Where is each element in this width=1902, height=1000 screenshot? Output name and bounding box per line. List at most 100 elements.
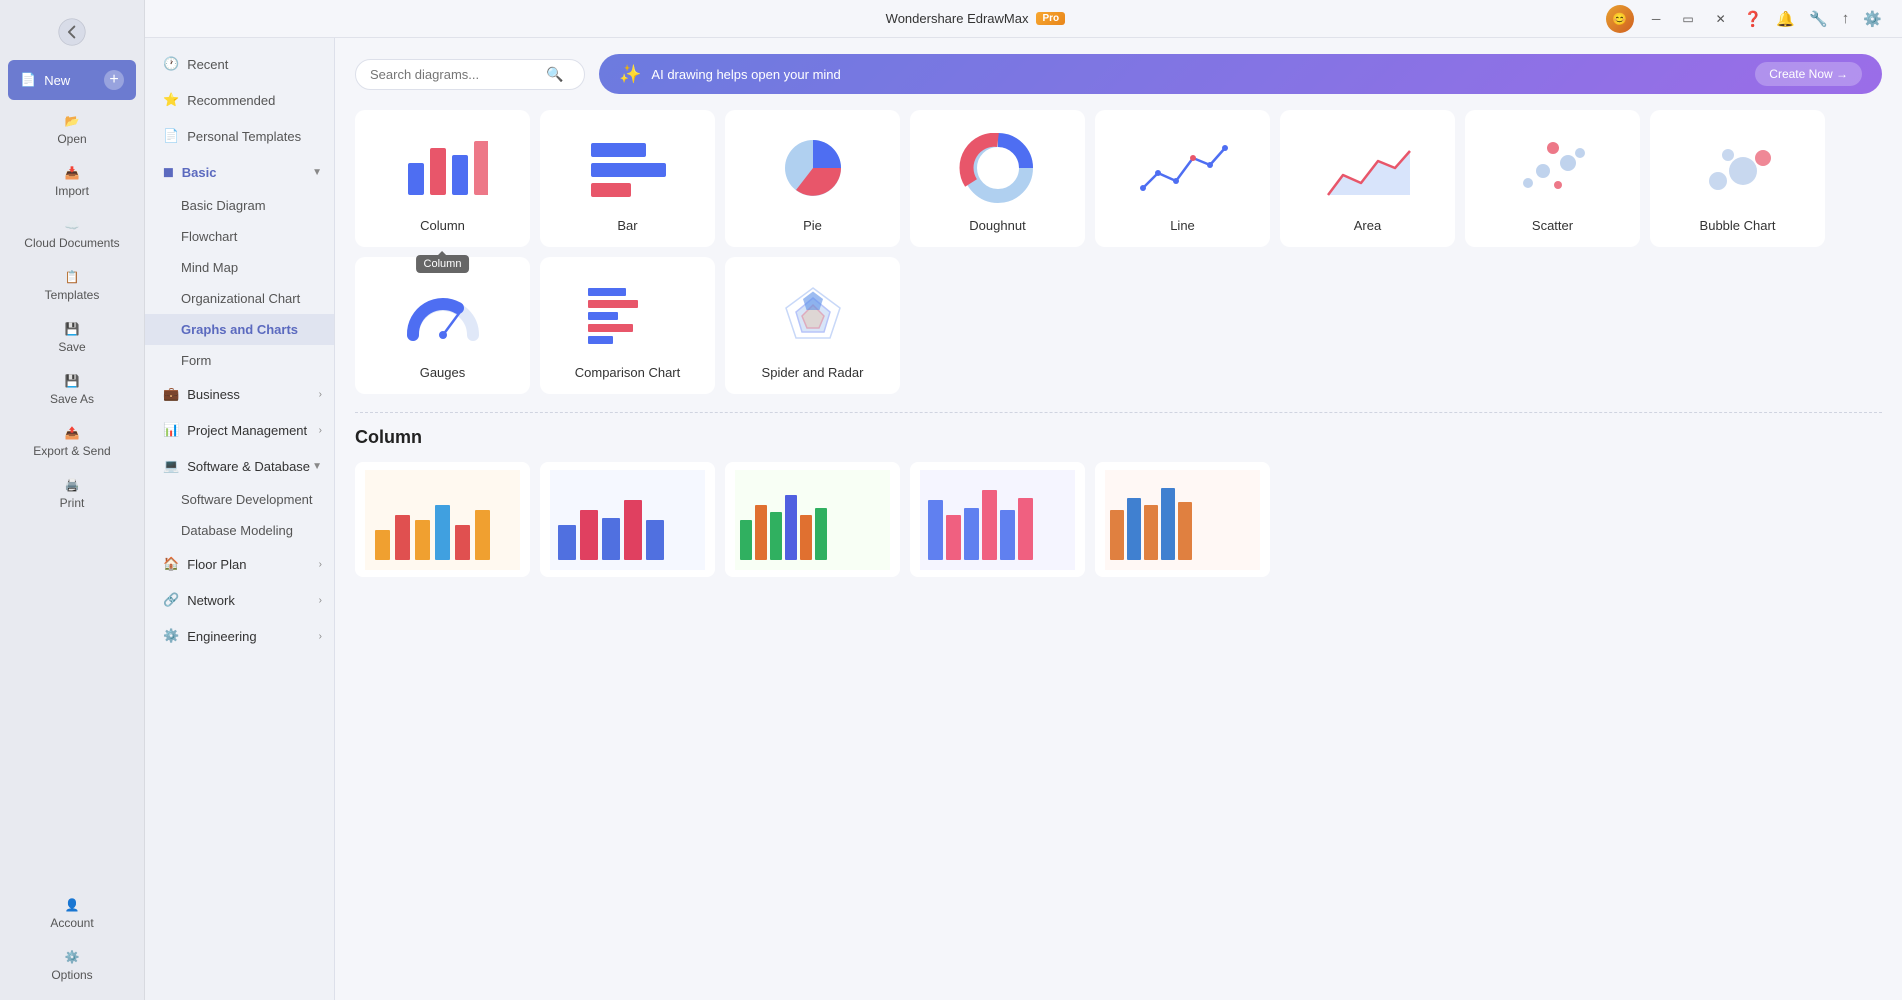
sub-sidebar-group-basic[interactable]: ◼ Basic ▼ bbox=[145, 154, 334, 190]
settings-icon[interactable]: ⚙️ bbox=[1863, 10, 1882, 28]
sub-sidebar-mind-map[interactable]: Mind Map bbox=[145, 252, 334, 283]
sub-sidebar-graphs[interactable]: Graphs and Charts bbox=[145, 314, 334, 345]
comparison-chart-label: Comparison Chart bbox=[575, 365, 681, 380]
chart-card-comparison[interactable]: Comparison Chart bbox=[540, 257, 715, 394]
business-group-left: 💼 Business bbox=[163, 386, 240, 402]
chart-card-pie[interactable]: Pie bbox=[725, 110, 900, 247]
scatter-chart-icon bbox=[1503, 128, 1603, 208]
sub-sidebar-recommended[interactable]: ⭐ Recommended bbox=[145, 82, 334, 118]
sub-sidebar-group-floor[interactable]: 🏠 Floor Plan › bbox=[145, 546, 334, 582]
options-label: Options bbox=[51, 968, 92, 982]
cloud-icon: ☁️ bbox=[65, 218, 80, 232]
pro-badge: Pro bbox=[1036, 12, 1065, 25]
sidebar-item-export[interactable]: 📤 Export & Send bbox=[0, 416, 144, 468]
ai-banner-left: ✨ AI drawing helps open your mind bbox=[619, 64, 841, 85]
chart-card-spider[interactable]: Spider and Radar bbox=[725, 257, 900, 394]
doughnut-chart-icon bbox=[948, 128, 1048, 208]
chart-card-doughnut[interactable]: Doughnut bbox=[910, 110, 1085, 247]
chart-card-line[interactable]: Line bbox=[1095, 110, 1270, 247]
back-button[interactable] bbox=[0, 8, 144, 56]
chart-card-area[interactable]: Area bbox=[1280, 110, 1455, 247]
export-icon: 📤 bbox=[65, 426, 80, 440]
search-input[interactable] bbox=[370, 67, 540, 82]
project-icon: 📊 bbox=[163, 422, 179, 438]
sub-sidebar-group-network[interactable]: 🔗 Network › bbox=[145, 582, 334, 618]
search-icon[interactable]: 🔍 bbox=[546, 66, 563, 83]
sub-sidebar-database[interactable]: Database Modeling bbox=[145, 515, 334, 546]
network-group-left: 🔗 Network bbox=[163, 592, 235, 608]
basic-group-icon: ◼ bbox=[163, 164, 174, 180]
template-card-4[interactable] bbox=[910, 462, 1085, 577]
pie-chart-icon bbox=[763, 128, 863, 208]
minimize-button[interactable]: ─ bbox=[1648, 8, 1665, 30]
chart-card-gauges[interactable]: Gauges bbox=[355, 257, 530, 394]
recent-icon: 🕐 bbox=[163, 56, 179, 72]
sidebar-item-import[interactable]: 📥 Import bbox=[0, 156, 144, 208]
sub-sidebar-org-chart[interactable]: Organizational Chart bbox=[145, 283, 334, 314]
search-bar[interactable]: 🔍 bbox=[355, 59, 585, 90]
sub-sidebar-basic-diagram[interactable]: Basic Diagram bbox=[145, 190, 334, 221]
sub-sidebar-form[interactable]: Form bbox=[145, 345, 334, 376]
new-icon: 📄 bbox=[20, 72, 36, 88]
chart-card-column[interactable]: Column Column bbox=[355, 110, 530, 247]
sidebar-item-open[interactable]: 📂 Open bbox=[0, 104, 144, 156]
sidebar-item-print[interactable]: 🖨️ Print bbox=[0, 468, 144, 520]
sidebar-item-options[interactable]: ⚙️ Options bbox=[0, 940, 144, 992]
basic-group-left: ◼ Basic bbox=[163, 164, 217, 180]
notification-icon[interactable]: 🔔 bbox=[1776, 10, 1795, 28]
software-group-left: 💻 Software & Database bbox=[163, 458, 310, 474]
sub-sidebar-software-dev[interactable]: Software Development bbox=[145, 484, 334, 515]
chart-card-bar[interactable]: Bar bbox=[540, 110, 715, 247]
chart-card-bubble[interactable]: Bubble Chart bbox=[1650, 110, 1825, 247]
project-chevron: › bbox=[319, 425, 322, 436]
column-tooltip: Column bbox=[416, 255, 470, 273]
template-card-2[interactable] bbox=[540, 462, 715, 577]
print-label: Print bbox=[60, 496, 85, 510]
sidebar-item-save[interactable]: 💾 Save bbox=[0, 312, 144, 364]
sub-sidebar: 🕐 Recent ⭐ Recommended 📄 Personal Templa… bbox=[145, 38, 335, 1000]
sidebar-item-account[interactable]: 👤 Account bbox=[0, 888, 144, 940]
save-as-icon: 💾 bbox=[65, 374, 80, 388]
avatar[interactable]: 😊 bbox=[1606, 5, 1634, 33]
area-chart-label: Area bbox=[1354, 218, 1381, 233]
template-card-5[interactable] bbox=[1095, 462, 1270, 577]
template-card-3[interactable] bbox=[725, 462, 900, 577]
sub-sidebar-personal[interactable]: 📄 Personal Templates bbox=[145, 118, 334, 154]
sub-sidebar-group-software[interactable]: 💻 Software & Database ▼ bbox=[145, 448, 334, 484]
floor-icon: 🏠 bbox=[163, 556, 179, 572]
title-bar-center: Wondershare EdrawMax Pro bbox=[886, 11, 1066, 26]
template-card-1[interactable] bbox=[355, 462, 530, 577]
gauges-chart-icon bbox=[393, 275, 493, 355]
sidebar-item-templates[interactable]: 📋 Templates bbox=[0, 260, 144, 312]
sub-sidebar-flowchart[interactable]: Flowchart bbox=[145, 221, 334, 252]
floor-group-left: 🏠 Floor Plan bbox=[163, 556, 246, 572]
help-icon[interactable]: ❓ bbox=[1744, 10, 1763, 28]
title-icons: 😊 ─ ▭ ✕ ❓ 🔔 🔧 ↑ ⚙️ bbox=[1606, 5, 1882, 33]
tools-icon[interactable]: 🔧 bbox=[1809, 10, 1828, 28]
template-row bbox=[355, 462, 1882, 577]
sub-sidebar-group-project[interactable]: 📊 Project Management › bbox=[145, 412, 334, 448]
maximize-button[interactable]: ▭ bbox=[1678, 8, 1697, 30]
personal-icon: 📄 bbox=[163, 128, 179, 144]
sidebar-item-cloud[interactable]: ☁️ Cloud Documents bbox=[0, 208, 144, 260]
print-icon: 🖨️ bbox=[65, 478, 80, 492]
close-button[interactable]: ✕ bbox=[1712, 8, 1730, 30]
ai-banner[interactable]: ✨ AI drawing helps open your mind Create… bbox=[599, 54, 1882, 94]
sub-sidebar-group-engineering[interactable]: ⚙️ Engineering › bbox=[145, 618, 334, 654]
floor-chevron: › bbox=[319, 559, 322, 570]
sub-sidebar-recent[interactable]: 🕐 Recent bbox=[145, 46, 334, 82]
bubble-chart-label: Bubble Chart bbox=[1700, 218, 1776, 233]
pie-chart-label: Pie bbox=[803, 218, 822, 233]
share-icon[interactable]: ↑ bbox=[1842, 10, 1850, 27]
chart-card-scatter[interactable]: Scatter bbox=[1465, 110, 1640, 247]
save-label: Save bbox=[58, 340, 85, 354]
create-now-button[interactable]: Create Now → bbox=[1755, 62, 1862, 86]
chart-grid: Column Column Bar bbox=[355, 110, 1882, 394]
new-label: New bbox=[44, 73, 70, 88]
account-icon: 👤 bbox=[65, 898, 80, 912]
save-icon: 💾 bbox=[65, 322, 80, 336]
column-chart-label: Column bbox=[420, 218, 465, 233]
sub-sidebar-group-business[interactable]: 💼 Business › bbox=[145, 376, 334, 412]
sidebar-item-save-as[interactable]: 💾 Save As bbox=[0, 364, 144, 416]
sidebar-item-new[interactable]: 📄 New + bbox=[8, 60, 136, 100]
